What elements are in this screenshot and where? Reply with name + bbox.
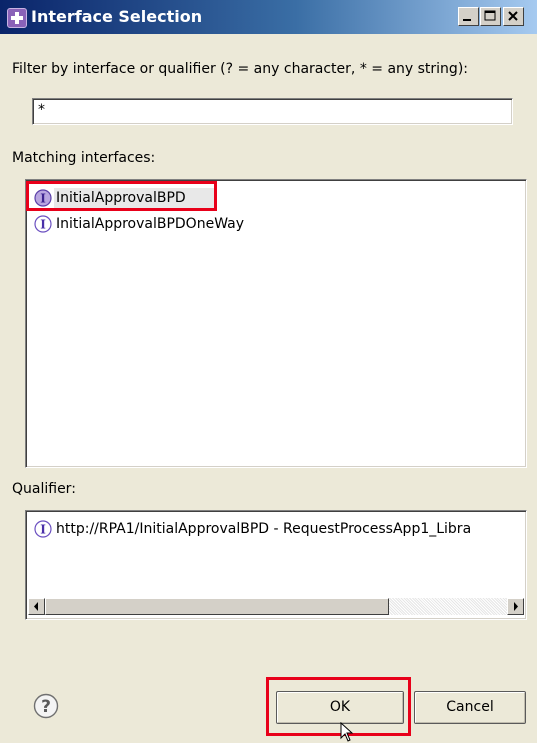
maximize-button[interactable] xyxy=(480,7,501,26)
ok-button[interactable]: OK xyxy=(276,691,404,724)
interface-icon: I xyxy=(34,520,52,538)
svg-text:I: I xyxy=(40,218,46,232)
qualifier-list[interactable]: I http://RPA1/InitialApprovalBPD - Reque… xyxy=(25,510,527,620)
svg-text:?: ? xyxy=(41,697,51,717)
interface-wizard-icon xyxy=(7,8,27,28)
matching-interfaces-list[interactable]: I InitialApprovalBPD I InitialApprovalBP… xyxy=(25,179,527,468)
filter-field-frame xyxy=(32,98,513,125)
cancel-button[interactable]: Cancel xyxy=(414,691,526,724)
dialog-title: Interface Selection xyxy=(31,7,203,26)
qualifier-label: Qualifier: xyxy=(12,481,76,497)
list-item-label: InitialApprovalBPDOneWay xyxy=(56,216,245,232)
svg-text:I: I xyxy=(40,192,46,206)
interface-icon: I xyxy=(34,189,52,207)
scroll-left-button[interactable] xyxy=(28,598,45,615)
qualifier-item-label: http://RPA1/InitialApprovalBPD - Request… xyxy=(56,521,472,537)
minimize-button[interactable] xyxy=(458,7,479,26)
svg-text:I: I xyxy=(40,523,46,537)
filter-label: Filter by interface or qualifier (? = an… xyxy=(12,61,468,77)
matching-interfaces-label: Matching interfaces: xyxy=(12,150,156,166)
filter-input[interactable] xyxy=(38,102,508,118)
horizontal-scrollbar[interactable] xyxy=(28,597,524,617)
scroll-right-button[interactable] xyxy=(507,598,524,615)
scroll-thumb[interactable] xyxy=(45,598,389,615)
title-bar[interactable]: Interface Selection xyxy=(0,0,537,34)
scroll-track[interactable] xyxy=(389,598,507,615)
close-button[interactable] xyxy=(503,7,524,26)
interface-icon: I xyxy=(34,215,52,233)
help-icon[interactable]: ? xyxy=(33,693,59,719)
mouse-pointer-icon xyxy=(340,722,354,742)
list-item-label: InitialApprovalBPD xyxy=(56,190,186,206)
